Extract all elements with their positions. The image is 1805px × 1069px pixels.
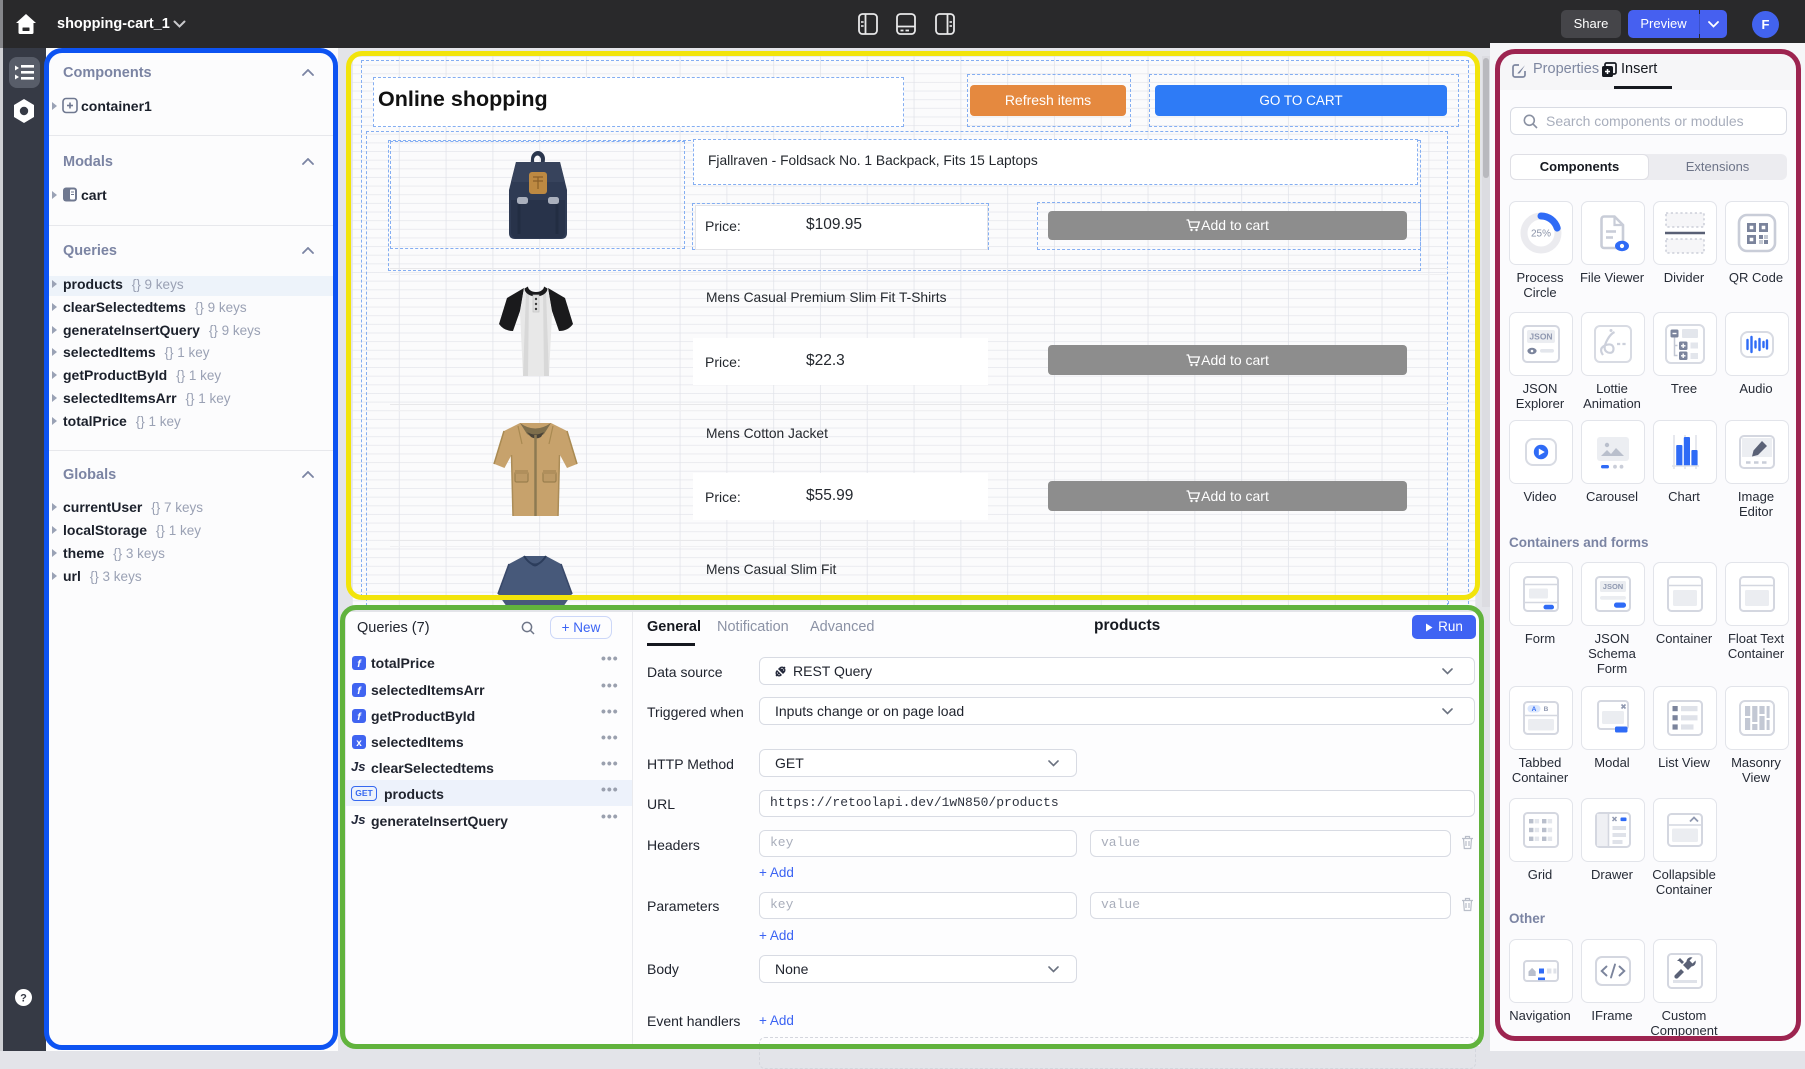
svg-text:JSON: JSON bbox=[1603, 582, 1623, 591]
svg-text:A: A bbox=[1532, 706, 1537, 713]
svg-text:JSON: JSON bbox=[1529, 332, 1552, 342]
svg-text:25%: 25% bbox=[1531, 229, 1551, 240]
svg-text:B: B bbox=[1544, 706, 1549, 713]
svg-text:?: ? bbox=[20, 993, 27, 1005]
svg-text:x: x bbox=[356, 738, 362, 749]
